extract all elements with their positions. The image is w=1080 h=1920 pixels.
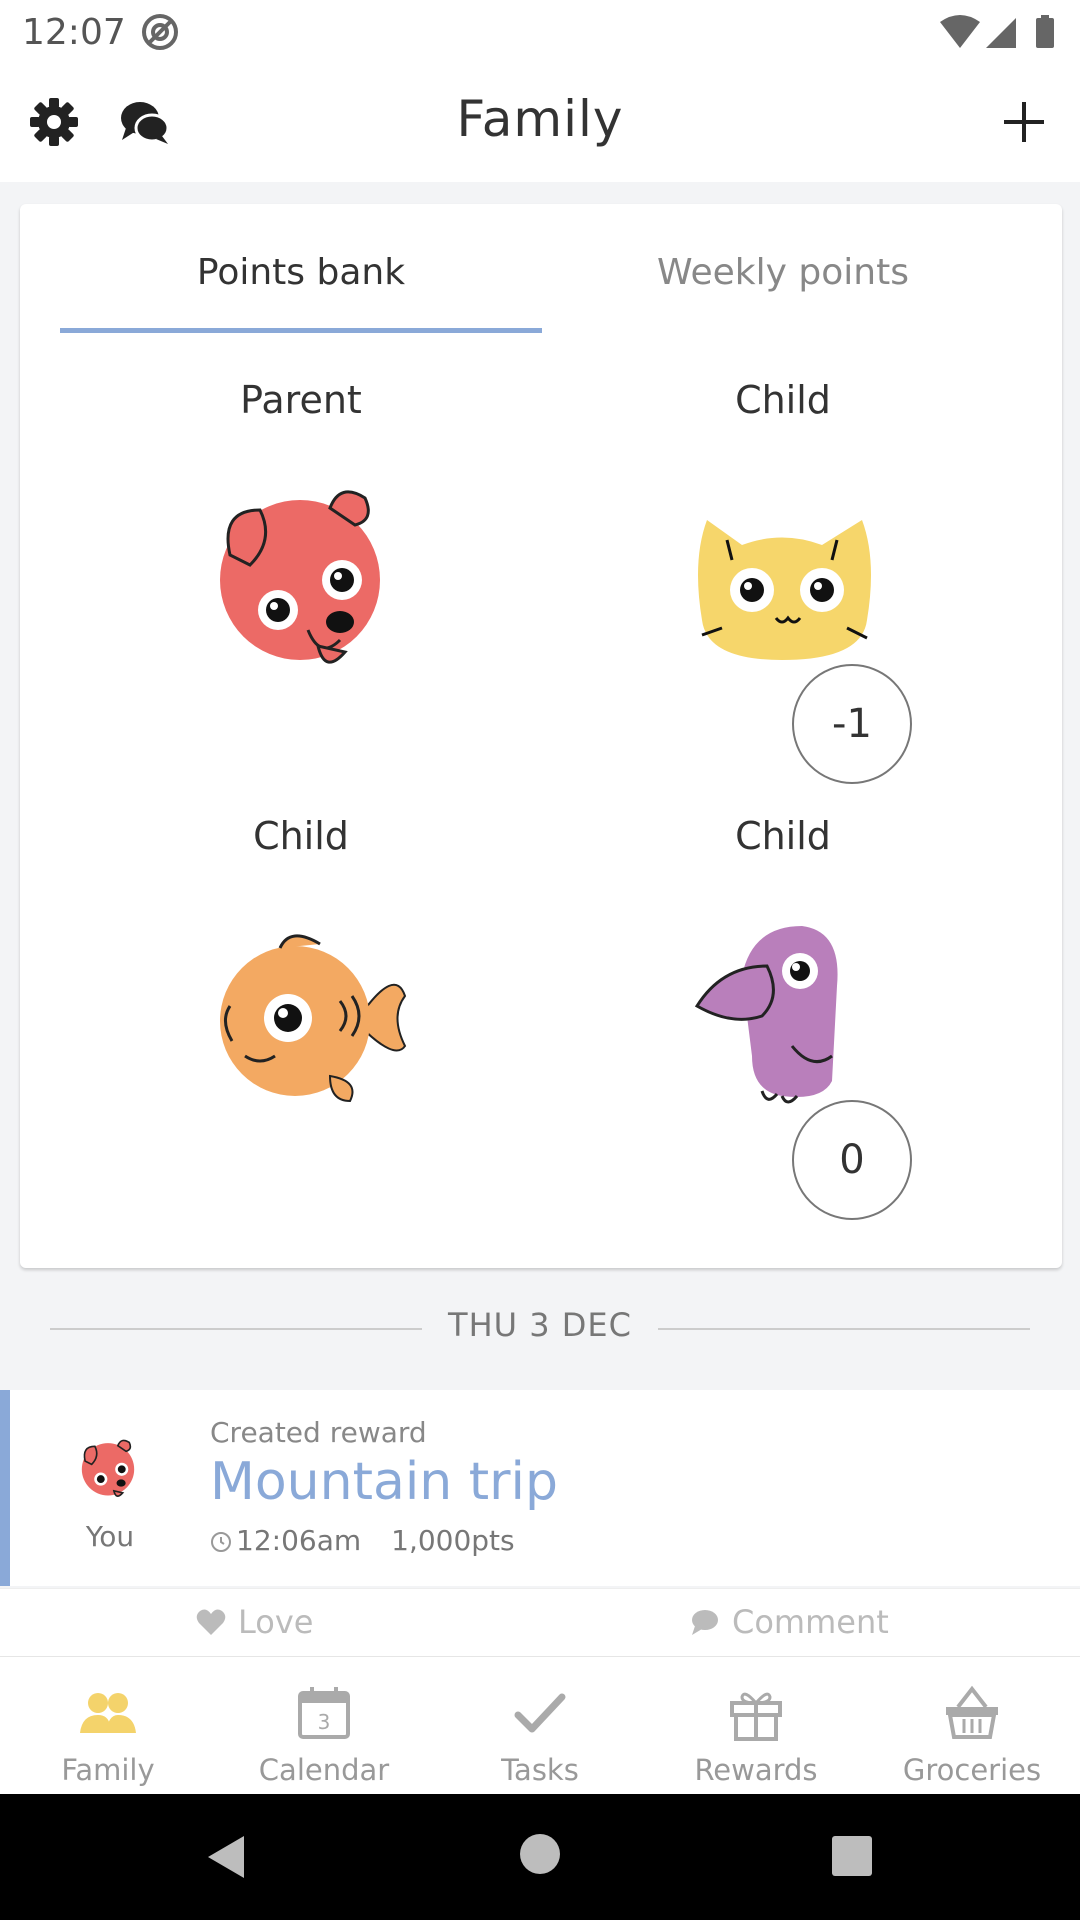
nav-label: Tasks [501, 1753, 579, 1787]
status-bar: 12:07 [0, 0, 1080, 64]
home-icon[interactable] [520, 1834, 560, 1874]
system-nav-bar [0, 1794, 1080, 1920]
dog-avatar-icon [81, 1439, 135, 1497]
status-time: 12:07 [22, 12, 126, 53]
member-card-child-fish[interactable]: Child [60, 786, 542, 1206]
family-icon [80, 1693, 136, 1733]
member-role: Child [735, 814, 831, 858]
tab-points-bank[interactable]: Points bank [60, 252, 542, 293]
tab-weekly-points[interactable]: Weekly points [542, 252, 1024, 293]
member-card-child-bird[interactable]: Child [542, 786, 1024, 1206]
points-card: Points bank Weekly points Parent Child C… [20, 204, 1062, 1268]
comment-bubble-icon [692, 1610, 718, 1635]
svg-text:3: 3 [318, 1710, 331, 1734]
calendar-icon: 3 [298, 1687, 350, 1739]
love-button[interactable]: Love [196, 1603, 313, 1641]
status-icons [940, 15, 1054, 48]
member-card-parent[interactable]: Parent [60, 350, 542, 770]
points-badge-bird: 0 [792, 1100, 912, 1220]
page-title: Family [456, 90, 624, 148]
nav-item-groceries[interactable]: Groceries [864, 1657, 1080, 1795]
feed-actions: Love Comment [0, 1588, 1080, 1656]
nav-item-rewards[interactable]: Rewards [648, 1657, 864, 1795]
check-icon [514, 1693, 566, 1733]
feed-item[interactable]: You Created reward Mountain trip 12:06am… [0, 1390, 1080, 1586]
back-icon[interactable] [204, 1834, 248, 1880]
member-card-child-cat[interactable]: Child [542, 350, 1024, 770]
tab-indicator [60, 328, 542, 333]
comment-button[interactable]: Comment [690, 1603, 889, 1641]
dog-avatar-icon [220, 490, 380, 664]
basket-icon [946, 1685, 998, 1739]
add-plus-icon[interactable] [998, 96, 1050, 148]
bird-avatar-icon [694, 926, 838, 1104]
clock-icon [211, 1532, 231, 1552]
wifi-icon [940, 15, 980, 48]
feed-points: 1,000pts [391, 1524, 515, 1557]
date-label: THU 3 DEC [448, 1306, 632, 1344]
nav-label: Groceries [902, 1753, 1042, 1787]
member-role: Child [253, 814, 349, 858]
date-separator: THU 3 DEC [50, 1306, 1030, 1350]
at-sign-icon [142, 14, 178, 50]
nav-label: Family [61, 1753, 155, 1787]
recent-apps-icon[interactable] [832, 1836, 872, 1876]
member-role: Child [735, 378, 831, 422]
signal-icon [986, 18, 1016, 48]
app-bar: Family [0, 64, 1080, 182]
feed-action: Created reward [210, 1416, 427, 1449]
nav-item-tasks[interactable]: Tasks [432, 1657, 648, 1795]
love-label: Love [238, 1603, 314, 1641]
gift-icon [730, 1692, 782, 1741]
nav-item-calendar[interactable]: 3 Calendar [216, 1657, 432, 1795]
feed-title[interactable]: Mountain trip [210, 1452, 558, 1512]
points-badge-cat: -1 [792, 664, 912, 784]
feed-meta: 12:06am 1,000pts [210, 1524, 515, 1557]
heart-icon [196, 1609, 226, 1635]
feed-author: You [85, 1520, 135, 1553]
bottom-nav: Family 3 Calendar Tasks Rewards Grocerie… [0, 1656, 1080, 1794]
nav-item-family[interactable]: Family [0, 1657, 216, 1795]
divider [658, 1328, 1030, 1330]
feed-time: 12:06am [236, 1524, 362, 1557]
feed-accent-bar [0, 1390, 10, 1586]
cat-avatar-icon [698, 520, 871, 660]
fish-avatar-icon [220, 934, 407, 1103]
battery-icon [1036, 18, 1054, 48]
member-role: Parent [240, 378, 362, 422]
nav-label: Calendar [258, 1753, 390, 1787]
comment-label: Comment [732, 1603, 889, 1641]
nav-label: Rewards [694, 1753, 818, 1787]
